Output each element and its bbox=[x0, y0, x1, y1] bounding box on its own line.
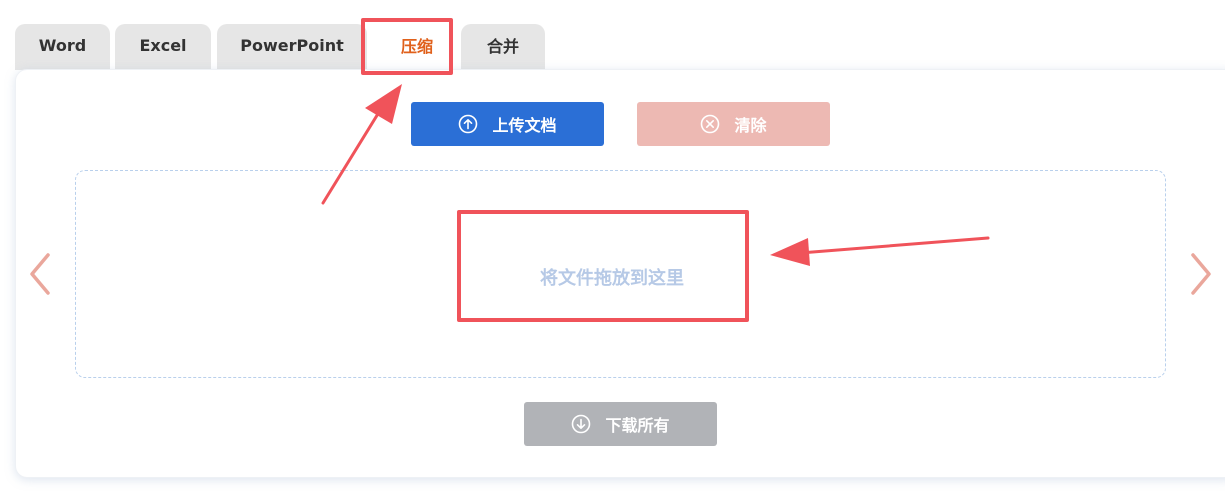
annotation-arrow-to-tab bbox=[321, 84, 402, 205]
annotation-arrow-to-dropzone bbox=[770, 236, 990, 266]
app-root: Word Excel PowerPoint 压缩 合并 上传文档 清除 将文件拖… bbox=[0, 0, 1225, 500]
annotation-arrows bbox=[321, 84, 990, 266]
